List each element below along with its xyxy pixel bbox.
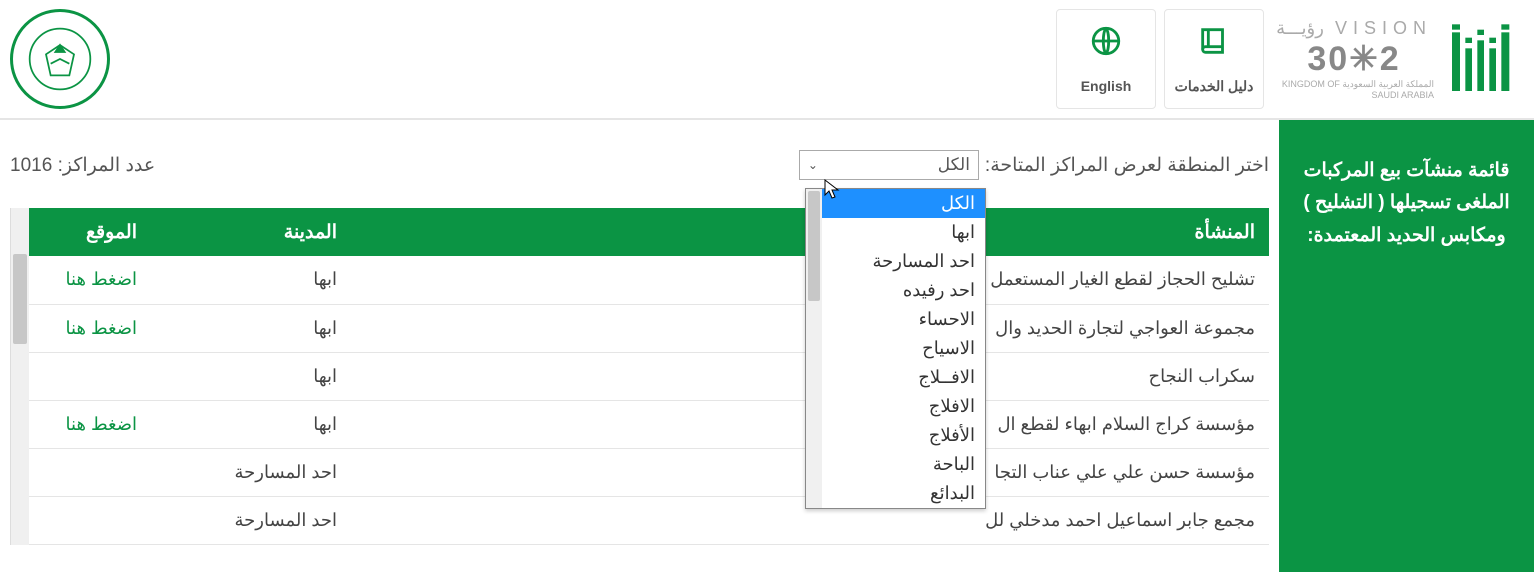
scrollbar-thumb[interactable] [13, 254, 27, 344]
book-icon [1197, 24, 1231, 66]
cell-city: احد المسارحة [151, 496, 351, 544]
count-value: 1016 [10, 155, 52, 176]
table-scrollbar[interactable] [11, 208, 29, 545]
vision-bot-text: المملكة العربية السعودية KINGDOM OF SAUD… [1274, 79, 1434, 100]
cell-location [11, 448, 151, 496]
cell-city: ابها [151, 304, 351, 352]
dropdown-option[interactable]: البدائع [806, 479, 985, 508]
cell-location: اضغط هنا [11, 256, 151, 304]
dropdown-option[interactable]: الاحساء [806, 305, 985, 334]
language-english-button[interactable]: English [1056, 9, 1156, 109]
services-guide-label: دليل الخدمات [1175, 78, 1254, 95]
nav-buttons: دليل الخدمات English [1056, 9, 1264, 109]
content: اختر المنطقة لعرض المراكز المتاحة: الكل … [0, 120, 1279, 572]
dropdown-option[interactable]: الباحة [806, 450, 985, 479]
dropdown-option[interactable]: الافــلاج [806, 363, 985, 392]
dropdown-option[interactable]: الاسياح [806, 334, 985, 363]
location-link[interactable]: اضغط هنا [66, 414, 137, 434]
table-row: مجمع جابر اسماعيل احمد مدخلي للاحد المسا… [11, 496, 1269, 544]
main: قائمة منشآت بيع المركبات الملغى تسجيلها … [0, 120, 1534, 572]
location-link[interactable]: اضغط هنا [66, 318, 137, 338]
cell-city: ابها [151, 256, 351, 304]
centers-table: المنشأة المدينة الموقع تشليح الحجاز لقطع… [11, 208, 1269, 545]
table-row: مؤسسة حسن علي علي عناب التجااحد المسارحة [11, 448, 1269, 496]
table-row: تشليح الحجاز لقطع الغيار المستعملابهااضغ… [11, 256, 1269, 304]
th-location: الموقع [11, 208, 151, 256]
table-row: مؤسسة كراج السلام ابهاء لقطع الابهااضغط … [11, 400, 1269, 448]
globe-icon [1089, 24, 1123, 66]
dropdown-scrollbar-thumb[interactable] [808, 191, 820, 301]
cell-location [11, 496, 151, 544]
cell-location: اضغط هنا [11, 304, 151, 352]
table-row: مجموعة العواجي لتجارة الحديد والابهااضغط… [11, 304, 1269, 352]
region-select[interactable]: الكل ⌄ [799, 150, 979, 180]
dropdown-option[interactable]: الكل [806, 189, 985, 218]
vision-mid-text: 2✳30 [1307, 39, 1400, 79]
vision-2030-logo: VISION رؤيـــة 2✳30 المملكة العربية السع… [1274, 19, 1434, 99]
location-link[interactable]: اضغط هنا [66, 269, 137, 289]
th-city: المدينة [151, 208, 351, 256]
moi-emblem [10, 9, 110, 109]
dropdown-scrollbar[interactable] [806, 189, 822, 508]
table-wrap: المنشأة المدينة الموقع تشليح الحجاز لقطع… [10, 208, 1269, 545]
filter-label: اختر المنطقة لعرض المراكز المتاحة: [985, 154, 1269, 177]
vision-top-text: VISION رؤيـــة [1276, 18, 1432, 39]
dropdown-option[interactable]: الأفلاج [806, 421, 985, 450]
dropdown-option[interactable]: احد رفيده [806, 276, 985, 305]
count-label: عدد المراكز: [58, 155, 156, 176]
cell-location [11, 352, 151, 400]
cell-city: احد المسارحة [151, 448, 351, 496]
cell-city: ابها [151, 352, 351, 400]
filter-right: اختر المنطقة لعرض المراكز المتاحة: الكل … [799, 150, 1269, 180]
cell-location: اضغط هنا [11, 400, 151, 448]
sidebar: قائمة منشآت بيع المركبات الملغى تسجيلها … [1279, 120, 1534, 572]
header: VISION رؤيـــة 2✳30 المملكة العربية السع… [0, 0, 1534, 120]
absher-logo [1444, 19, 1524, 99]
filter-row: اختر المنطقة لعرض المراكز المتاحة: الكل … [10, 150, 1269, 180]
cell-city: ابها [151, 400, 351, 448]
region-dropdown[interactable]: الكلابهااحد المسارحةاحد رفيدهالاحساءالاس… [805, 188, 986, 509]
table-row: سكراب النجاحابها [11, 352, 1269, 400]
dropdown-option[interactable]: ابها [806, 218, 985, 247]
chevron-down-icon: ⌄ [808, 158, 818, 172]
sidebar-title: قائمة منشآت بيع المركبات الملغى تسجيلها … [1297, 155, 1516, 252]
table-header-row: المنشأة المدينة الموقع [11, 208, 1269, 256]
dropdown-option[interactable]: احد المسارحة [806, 247, 985, 276]
services-guide-button[interactable]: دليل الخدمات [1164, 9, 1264, 109]
header-left [10, 9, 110, 109]
centers-count: عدد المراكز: 1016 [10, 154, 155, 177]
dropdown-option[interactable]: الافلاج [806, 392, 985, 421]
region-select-value: الكل [938, 155, 970, 175]
header-right: VISION رؤيـــة 2✳30 المملكة العربية السع… [1056, 9, 1524, 109]
language-english-label: English [1081, 78, 1132, 94]
